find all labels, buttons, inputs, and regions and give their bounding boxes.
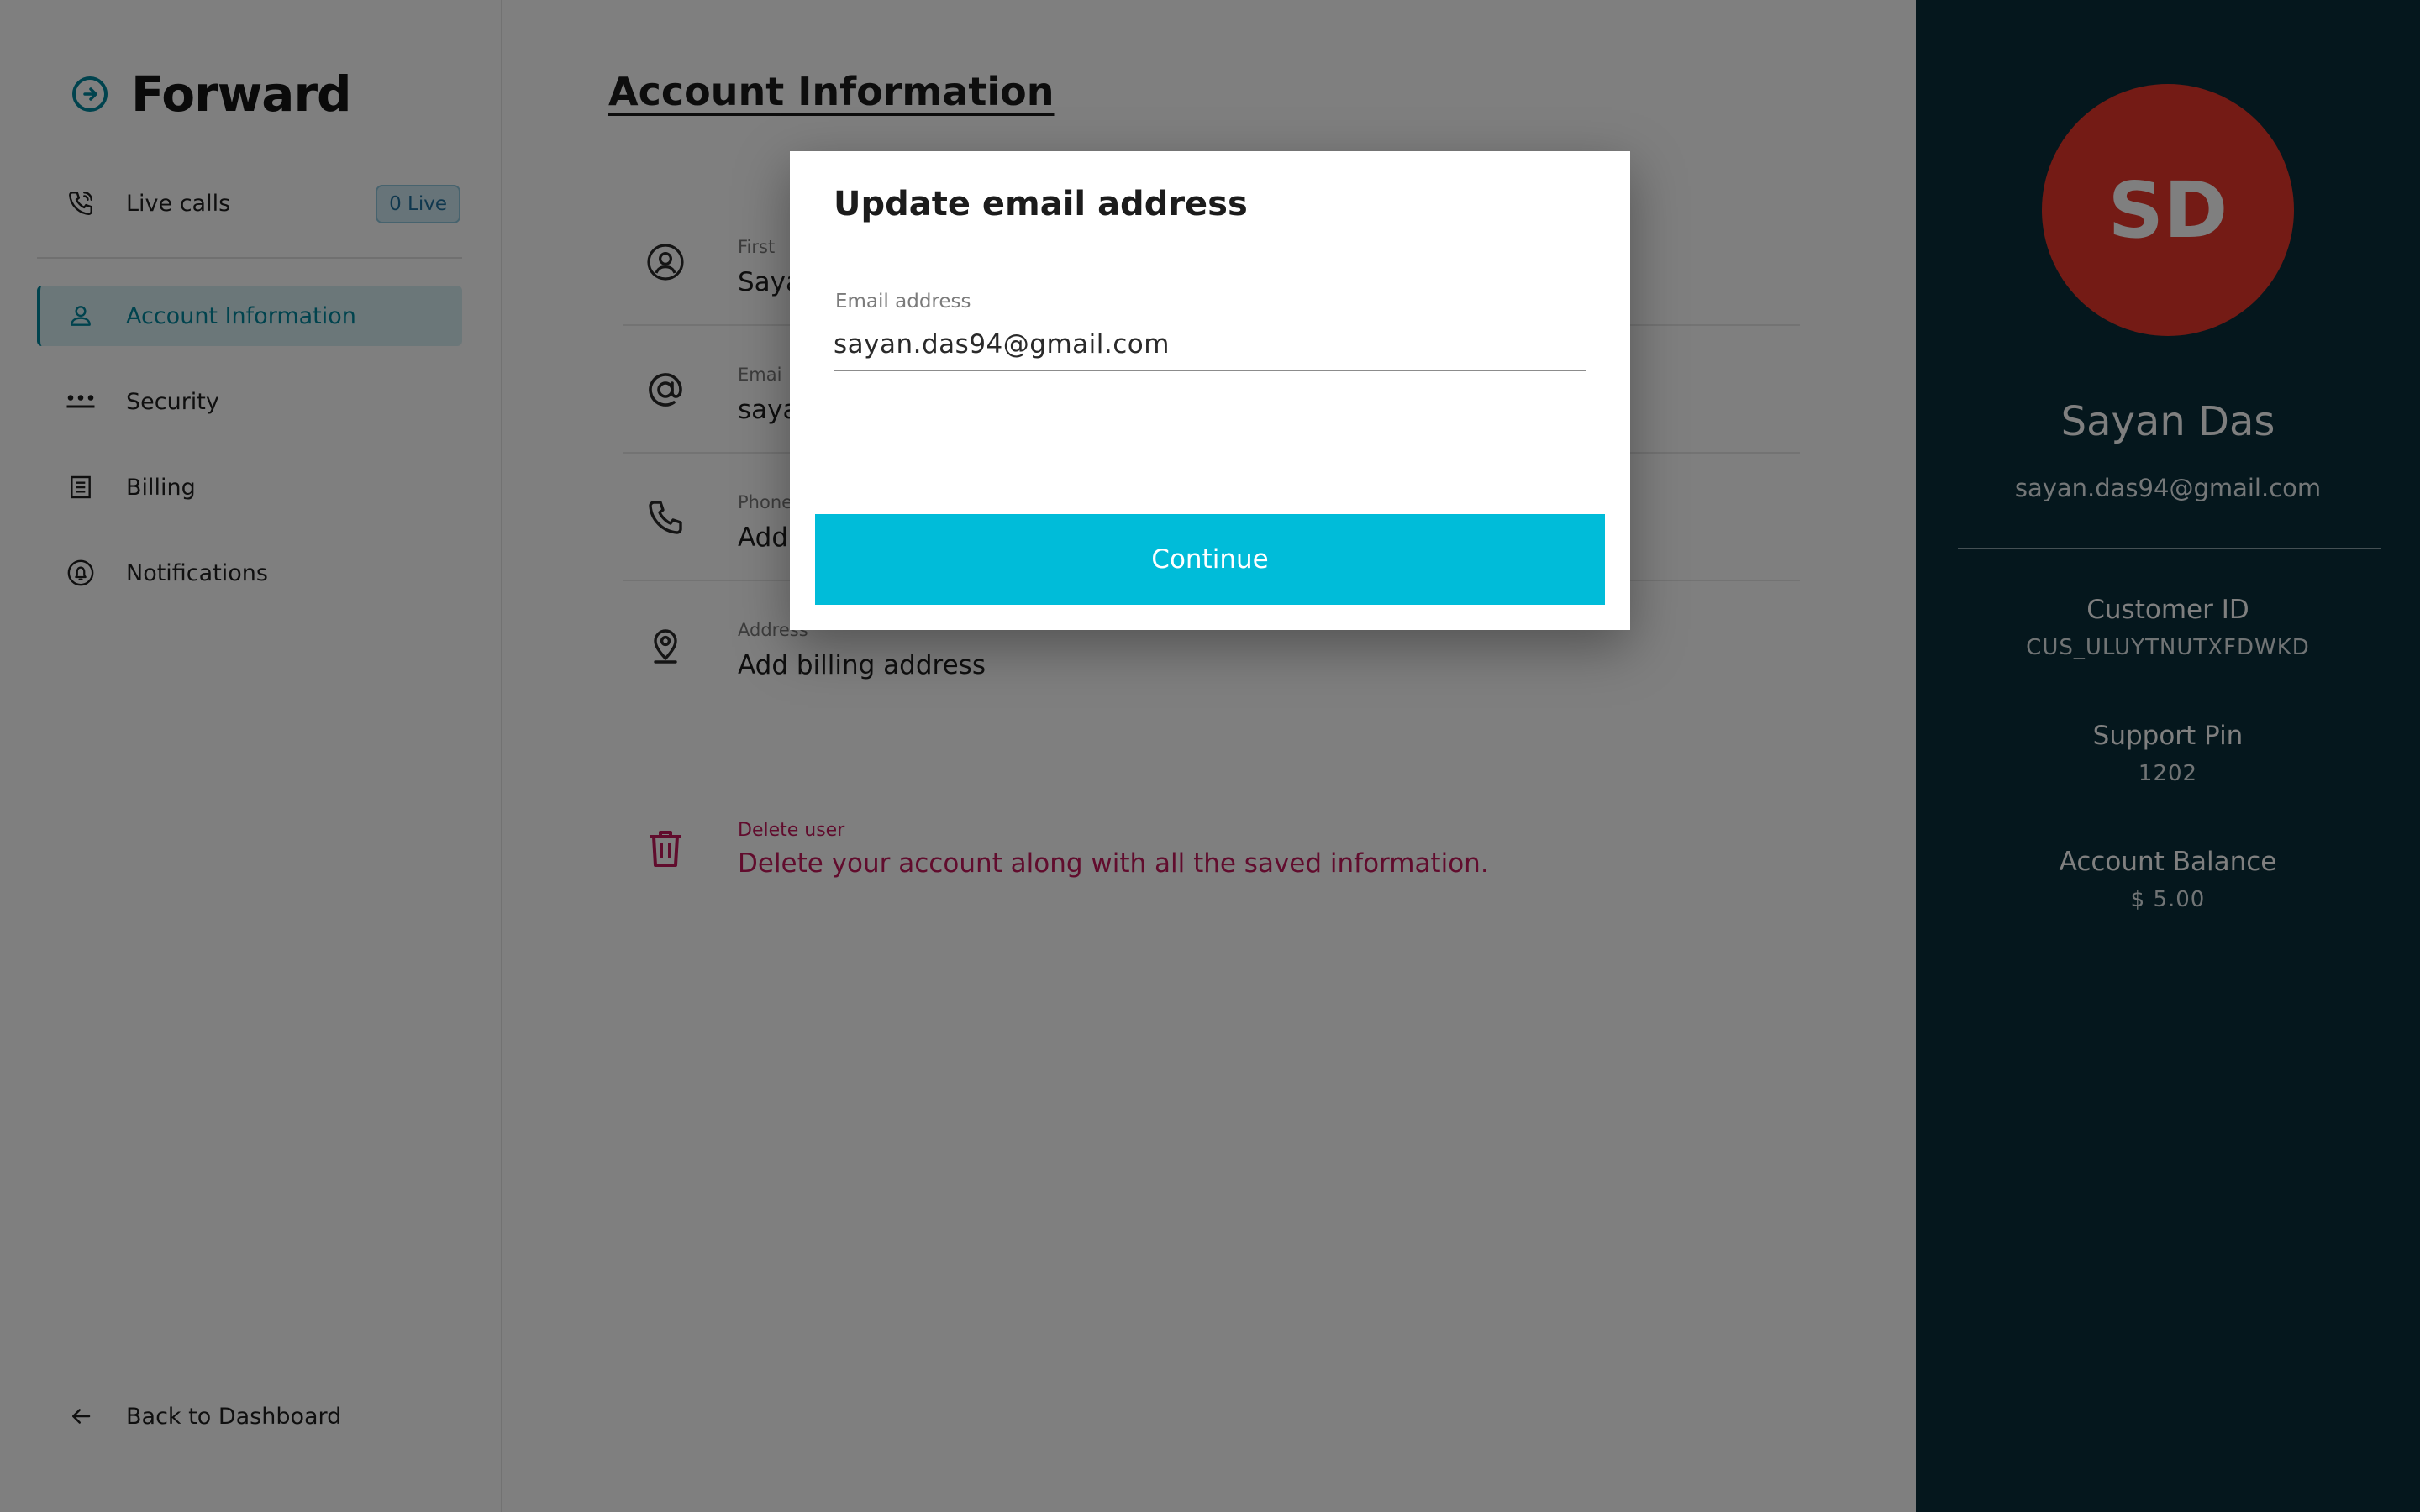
continue-button[interactable]: Continue (815, 514, 1605, 605)
update-email-modal: Update email address Email address Conti… (790, 151, 1630, 630)
email-field-label: Email address (835, 291, 971, 312)
modal-title: Update email address (834, 185, 1248, 223)
email-field[interactable] (834, 319, 1586, 371)
